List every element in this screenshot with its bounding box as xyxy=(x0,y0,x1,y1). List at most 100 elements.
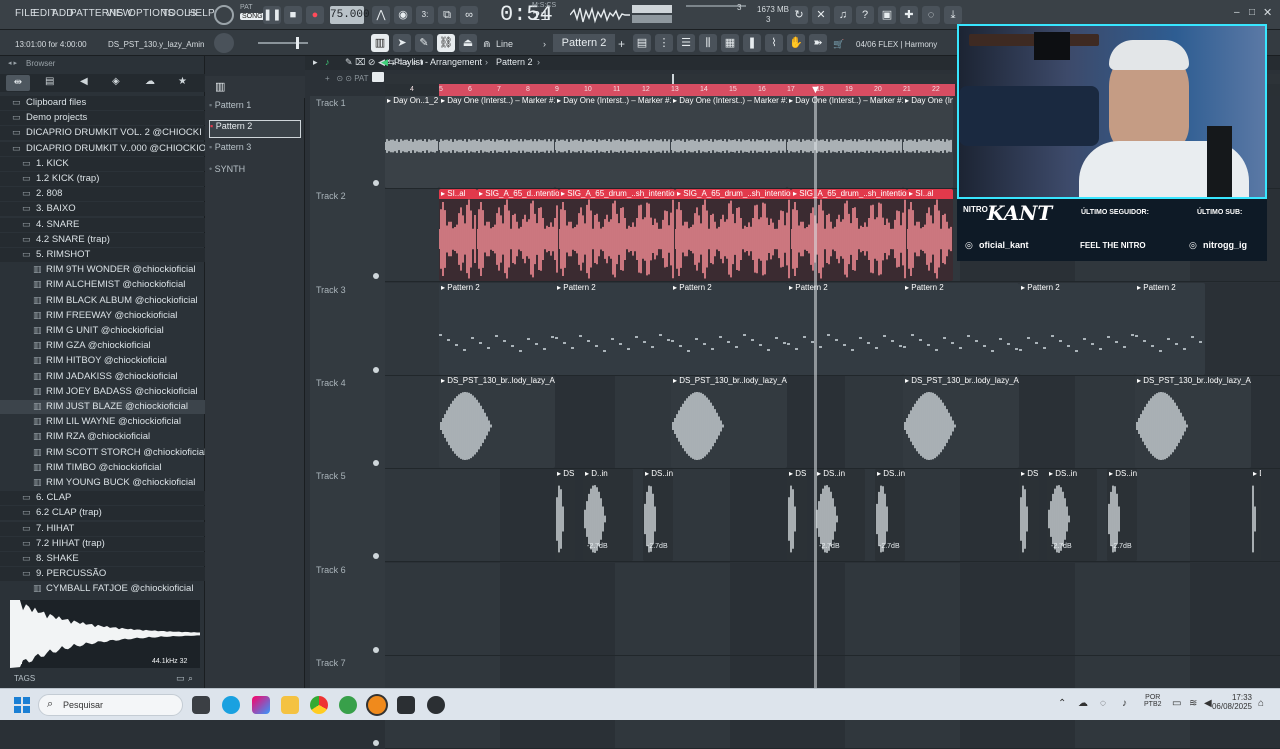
browser-item[interactable]: ▥ RIM GZA @chiockioficial xyxy=(0,339,205,353)
browser-item[interactable]: ▥ RIM G UNIT @chiockioficial xyxy=(0,324,205,338)
snap-magnet-icon[interactable]: ♪ xyxy=(325,57,330,67)
tray-chevron-icon[interactable]: ⌃ xyxy=(1058,698,1066,709)
pattern-item[interactable]: ▪ Pattern 1 xyxy=(209,100,301,118)
browser-item[interactable]: ▥ RIM SCOTT STORCH @chiockioficial xyxy=(0,446,205,460)
pencil-tool[interactable]: ✎ xyxy=(415,34,433,52)
add-pattern-icon[interactable]: + xyxy=(618,37,625,51)
stop-button[interactable]: ■ xyxy=(284,6,302,24)
help-button[interactable]: ? xyxy=(856,6,874,24)
browser-item[interactable]: ▥ RIM LIL WAYNE @chiockioficial xyxy=(0,415,205,429)
arrow-tool[interactable]: ➤ xyxy=(393,34,411,52)
audio-clip[interactable]: ▸ SIG_A_65_drum_..sh_intentional xyxy=(559,189,675,282)
audio-clip[interactable]: ▸ SIG_A_65_d..ntentional xyxy=(477,189,559,282)
pattern-clip[interactable]: ▸ Pattern 2 xyxy=(787,282,903,375)
audio-clip[interactable]: ▸ DS..in xyxy=(1251,469,1261,562)
step-seq-button[interactable]: ⋮ xyxy=(655,34,673,52)
track-lane[interactable]: ▸ DS..in▸ D..in-2.7dB▸ DS..in-2.7dB▸ DS.… xyxy=(385,469,1280,563)
audio-clip[interactable]: ▸ DS_PST_130_br..lody_lazy_Amin xyxy=(671,375,787,468)
magnet-icon[interactable]: ⋒ xyxy=(483,39,491,50)
app-icon[interactable] xyxy=(339,696,357,714)
close-icon[interactable]: ✕ xyxy=(1263,6,1272,19)
mixer-button[interactable]: ⫼ xyxy=(699,34,717,52)
track-mute-dot[interactable] xyxy=(373,459,379,466)
audio-clip[interactable]: ▸ SI..al xyxy=(439,189,477,282)
chrome-icon[interactable] xyxy=(310,696,328,714)
language-indicator[interactable]: POR PTB2 xyxy=(1144,694,1162,708)
audio-clip[interactable]: ▸ DS_PST_130_br..lody_lazy_Amin xyxy=(439,375,555,468)
cloud-button[interactable]: ✚ xyxy=(900,6,918,24)
windows-start-icon[interactable] xyxy=(14,697,30,713)
audio-clip[interactable]: ▸ Day One (Interst..) – Marker #1_2 xyxy=(439,96,555,188)
wait-button[interactable]: ◉ xyxy=(394,6,412,24)
browser-item[interactable]: ▥ RIM YOUNG BUCK @chiockioficial xyxy=(0,476,205,490)
cart-icon[interactable]: 🛒 xyxy=(833,39,844,50)
audio-clip[interactable]: ▸ SIG_A_65_drum_..sh_intentional xyxy=(675,189,791,282)
audio-clip[interactable]: ▸ Day One (Interst..) – Marker #1_2 xyxy=(671,96,787,188)
cloud-icon[interactable]: ☁ xyxy=(145,76,155,87)
browser-item[interactable]: ▭ 1. KICK xyxy=(0,156,205,171)
browser-item[interactable]: ▥ RIM BLACK ALBUM @chiockioficial xyxy=(0,294,205,308)
undo-button[interactable]: ↻ xyxy=(790,6,808,24)
file-explorer-icon[interactable] xyxy=(281,696,299,714)
browser-item[interactable]: ▥ RIM JADAKISS @chiockioficial xyxy=(0,370,205,384)
audio-clip[interactable]: ▸ Day One (Inte xyxy=(903,96,953,188)
pattern-clip[interactable]: ▸ Pattern 2 xyxy=(1019,282,1135,375)
snap-select[interactable]: Line xyxy=(496,39,513,49)
tray-network-icon[interactable]: ◌ xyxy=(1100,698,1106,709)
browser-item[interactable]: ▭ 4.2 SNARE (trap) xyxy=(0,232,205,247)
track-mute-dot[interactable] xyxy=(373,366,379,373)
master-slider-handle[interactable] xyxy=(296,37,299,49)
download-button[interactable]: ⤓ xyxy=(944,6,962,24)
track-lane[interactable] xyxy=(385,562,1280,656)
browser-item[interactable]: ▭ Clipboard files xyxy=(0,96,205,110)
browser-item[interactable]: ▭ Demo projects xyxy=(0,111,205,126)
track-mute-dot[interactable] xyxy=(373,739,379,746)
track-label[interactable]: Track 6 xyxy=(316,565,346,575)
audio-clip[interactable]: ▸ Day On..1_2 xyxy=(385,96,439,188)
track-mute-dot[interactable] xyxy=(373,273,379,280)
countdown-button[interactable]: 3: xyxy=(416,6,434,24)
monitor-icon[interactable]: ▭ xyxy=(1172,698,1181,709)
pattern-mode-icon[interactable] xyxy=(372,72,384,82)
audio-clip[interactable]: ▸ DS..in -2.7dB xyxy=(875,469,905,562)
loop-record-button[interactable]: ∞ xyxy=(460,6,478,24)
clock[interactable]: 17:33 06/08/2025 xyxy=(1208,693,1252,711)
tempo-display[interactable]: 75.000 xyxy=(330,6,370,24)
browser-item[interactable]: ▭ 6. CLAP xyxy=(0,491,205,506)
browser-item[interactable]: ▭ 1.2 KICK (trap) xyxy=(0,172,205,186)
wifi-icon[interactable]: ≋ xyxy=(1189,698,1197,709)
master-slider[interactable] xyxy=(258,42,308,44)
plugin-picker-button[interactable]: ⌇ xyxy=(765,34,783,52)
browser-item[interactable]: ▥ RIM JUST BLAZE @chiockioficial xyxy=(0,400,205,414)
audio-clip[interactable]: ▸ SIG_A_65_drum_..sh_intentional xyxy=(791,189,907,282)
browser-item[interactable]: ▭ 5. RIMSHOT xyxy=(0,248,205,262)
tray-mic-icon[interactable]: ♪ xyxy=(1122,698,1127,709)
audio-clip[interactable]: ▸ DS..in -2.7dB xyxy=(1107,469,1137,562)
audio-clip[interactable]: ▸ DS_PST_130_br..lody_lazy_Amin xyxy=(1135,375,1251,468)
browser-all-button[interactable]: ⇹ xyxy=(6,75,30,91)
browser-item[interactable]: ▭ DICAPRIO DRUMKIT V..000 @CHIOCKIOFICIAL xyxy=(0,141,205,156)
audio-clip[interactable]: ▸ DS..in -2.7dB xyxy=(643,469,673,562)
track-lane[interactable]: ▸ DS_PST_130_br..lody_lazy_Amin ▸ DS_PST_… xyxy=(385,375,1280,469)
browser-item[interactable]: ▭ 2. 808 xyxy=(0,187,205,202)
task-view-icon[interactable] xyxy=(192,696,210,714)
pattern-clip[interactable]: ▸ Pattern 2 xyxy=(671,282,787,375)
tag-folder-icon[interactable]: ▭ xyxy=(176,673,185,684)
copilot-icon[interactable] xyxy=(252,696,270,714)
star-icon[interactable]: ★ xyxy=(178,76,187,87)
browser-item[interactable]: ▭ DICAPRIO DRUMKIT VOL. 2 @CHIOCKI xyxy=(0,126,205,141)
script-button[interactable]: ➽ xyxy=(809,34,827,52)
track-label[interactable]: Track 3 xyxy=(316,285,346,295)
maximize-icon[interactable]: □ xyxy=(1249,7,1255,18)
play-button[interactable]: ❚❚ xyxy=(263,6,281,24)
chat-button[interactable]: ◌ xyxy=(922,6,940,24)
pattern-clip[interactable]: ▸ Pattern 2 xyxy=(1135,282,1205,375)
plugin-db-icon[interactable]: ◈ xyxy=(112,76,120,87)
save-button[interactable]: ▣ xyxy=(878,6,896,24)
document-icon[interactable]: ▤ xyxy=(45,76,54,87)
track-mute-dot[interactable] xyxy=(373,553,379,560)
mic-button[interactable]: ♫ xyxy=(834,6,852,24)
browser-item[interactable]: ▥ RIM HITBOY @chiockioficial xyxy=(0,354,205,368)
capcut-icon[interactable] xyxy=(397,696,415,714)
browser-item[interactable]: ▥ RIM 9TH WONDER @chiockioficial xyxy=(0,263,205,277)
